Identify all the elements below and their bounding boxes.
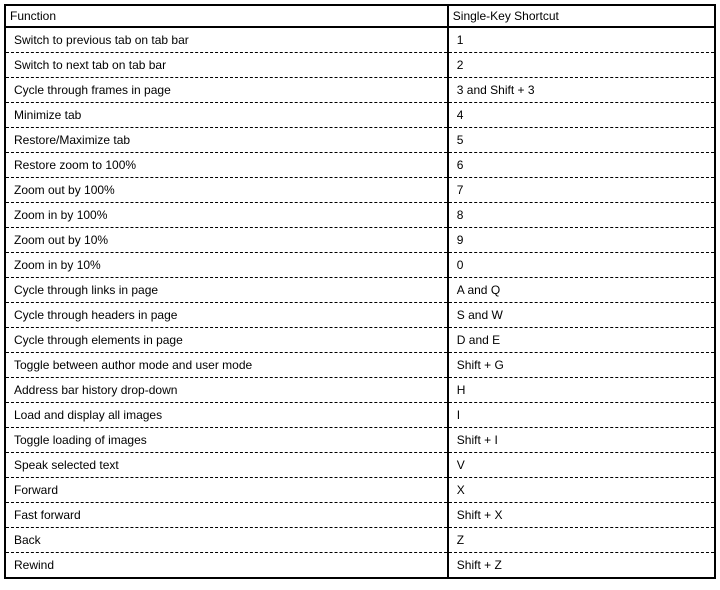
function-cell: Zoom in by 100% (5, 203, 448, 228)
shortcut-cell: Shift + Z (448, 553, 715, 579)
table-row: Address bar history drop-downH (5, 378, 715, 403)
shortcut-cell: V (448, 453, 715, 478)
shortcut-cell: 5 (448, 128, 715, 153)
shortcut-cell: D and E (448, 328, 715, 353)
table-row: Toggle between author mode and user mode… (5, 353, 715, 378)
table-row: Zoom in by 10%0 (5, 253, 715, 278)
table-row: ForwardX (5, 478, 715, 503)
shortcut-cell: S and W (448, 303, 715, 328)
function-cell: Load and display all images (5, 403, 448, 428)
table-row: Switch to next tab on tab bar2 (5, 53, 715, 78)
shortcuts-table: Function Single-Key Shortcut Switch to p… (4, 4, 716, 579)
shortcut-cell: 3 and Shift + 3 (448, 78, 715, 103)
table-row: Fast forwardShift + X (5, 503, 715, 528)
function-cell: Zoom out by 10% (5, 228, 448, 253)
table-row: BackZ (5, 528, 715, 553)
shortcut-cell: 9 (448, 228, 715, 253)
table-row: Speak selected textV (5, 453, 715, 478)
function-cell: Switch to next tab on tab bar (5, 53, 448, 78)
table-row: Minimize tab4 (5, 103, 715, 128)
shortcut-cell: Z (448, 528, 715, 553)
shortcut-cell: 4 (448, 103, 715, 128)
header-function: Function (5, 5, 448, 27)
header-shortcut: Single-Key Shortcut (448, 5, 715, 27)
table-header-row: Function Single-Key Shortcut (5, 5, 715, 27)
table-row: Zoom in by 100%8 (5, 203, 715, 228)
shortcut-cell: Shift + X (448, 503, 715, 528)
function-cell: Zoom out by 100% (5, 178, 448, 203)
function-cell: Fast forward (5, 503, 448, 528)
table-row: Switch to previous tab on tab bar1 (5, 27, 715, 53)
shortcut-cell: 0 (448, 253, 715, 278)
function-cell: Back (5, 528, 448, 553)
function-cell: Cycle through headers in page (5, 303, 448, 328)
function-cell: Switch to previous tab on tab bar (5, 27, 448, 53)
table-row: Toggle loading of imagesShift + I (5, 428, 715, 453)
table-row: Cycle through headers in pageS and W (5, 303, 715, 328)
table-row: Load and display all imagesI (5, 403, 715, 428)
function-cell: Cycle through frames in page (5, 78, 448, 103)
function-cell: Rewind (5, 553, 448, 579)
shortcut-cell: X (448, 478, 715, 503)
table-row: Cycle through frames in page3 and Shift … (5, 78, 715, 103)
shortcut-cell: 2 (448, 53, 715, 78)
table-row: Restore/Maximize tab5 (5, 128, 715, 153)
shortcut-cell: 7 (448, 178, 715, 203)
shortcut-cell: Shift + I (448, 428, 715, 453)
function-cell: Address bar history drop-down (5, 378, 448, 403)
table-row: RewindShift + Z (5, 553, 715, 579)
shortcut-cell: 6 (448, 153, 715, 178)
table-row: Cycle through elements in pageD and E (5, 328, 715, 353)
function-cell: Cycle through elements in page (5, 328, 448, 353)
function-cell: Speak selected text (5, 453, 448, 478)
function-cell: Restore/Maximize tab (5, 128, 448, 153)
function-cell: Restore zoom to 100% (5, 153, 448, 178)
function-cell: Forward (5, 478, 448, 503)
shortcut-cell: H (448, 378, 715, 403)
shortcut-cell: I (448, 403, 715, 428)
table-row: Restore zoom to 100%6 (5, 153, 715, 178)
shortcut-cell: A and Q (448, 278, 715, 303)
function-cell: Zoom in by 10% (5, 253, 448, 278)
function-cell: Toggle between author mode and user mode (5, 353, 448, 378)
shortcut-cell: 8 (448, 203, 715, 228)
table-row: Cycle through links in pageA and Q (5, 278, 715, 303)
shortcut-cell: Shift + G (448, 353, 715, 378)
function-cell: Cycle through links in page (5, 278, 448, 303)
table-row: Zoom out by 100%7 (5, 178, 715, 203)
table-row: Zoom out by 10%9 (5, 228, 715, 253)
shortcut-cell: 1 (448, 27, 715, 53)
function-cell: Toggle loading of images (5, 428, 448, 453)
function-cell: Minimize tab (5, 103, 448, 128)
